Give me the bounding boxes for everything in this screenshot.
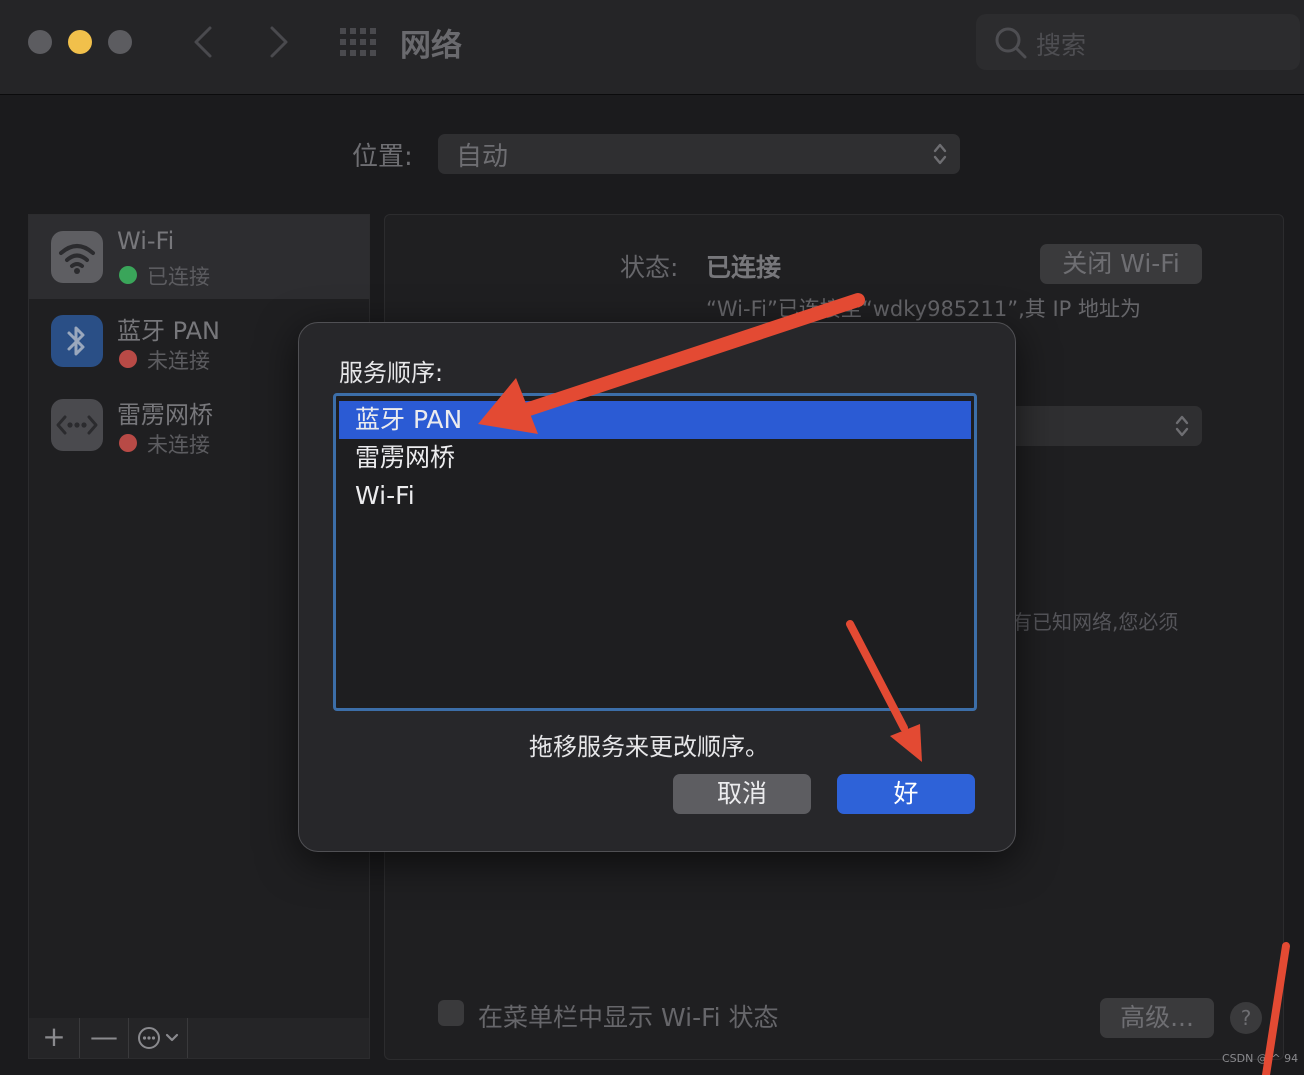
show-in-menubar-label: 在菜单栏中显示 Wi-Fi 状态 <box>478 1003 779 1032</box>
bluetooth-icon <box>51 315 103 367</box>
thunderbolt-bridge-icon <box>51 399 103 451</box>
service-item-wifi[interactable]: Wi-Fi 已连接 <box>29 215 369 299</box>
status-dot-red <box>119 350 137 368</box>
add-service-button[interactable]: + <box>29 1018 80 1058</box>
action-menu-button[interactable] <box>129 1018 188 1058</box>
location-select[interactable]: 自动 <box>438 134 960 174</box>
service-status: 已连接 <box>147 265 210 289</box>
service-status: 未连接 <box>147 433 210 457</box>
service-order-dialog: 服务顺序: 蓝牙 PAN 雷雳网桥 Wi-Fi 拖移服务来更改顺序。 取消 好 <box>298 322 1016 852</box>
help-button[interactable]: ? <box>1230 1002 1262 1034</box>
watermark-text: CSDN @ ^ 94 <box>1222 1052 1299 1065</box>
dialog-title: 服务顺序: <box>339 359 444 387</box>
show-in-menubar-checkbox[interactable] <box>438 1000 464 1026</box>
order-item-bluetooth-pan[interactable]: 蓝牙 PAN <box>339 401 971 439</box>
service-name: 雷雳网桥 <box>117 401 213 429</box>
title-bar: 网络 搜索 <box>0 0 1304 95</box>
location-value: 自动 <box>456 142 509 172</box>
status-description: “Wi-Fi”已连接至“wdky985211”,其 IP 地址为 <box>706 297 1142 321</box>
status-value: 已连接 <box>706 253 782 282</box>
order-item-thunderbolt-bridge[interactable]: 雷雳网桥 <box>339 439 971 477</box>
search-icon <box>995 27 1027 59</box>
updown-chevron-icon <box>1175 415 1189 437</box>
location-label: 位置: <box>352 142 413 172</box>
ask-to-join-hint: 有已知网络,您必须 <box>1012 610 1179 634</box>
close-window-button[interactable] <box>28 30 52 54</box>
zoom-window-button[interactable] <box>108 30 132 54</box>
service-status: 未连接 <box>147 349 210 373</box>
grid-icon[interactable] <box>340 28 376 56</box>
order-item-wifi[interactable]: Wi-Fi <box>339 477 971 515</box>
service-name: Wi-Fi <box>117 227 175 255</box>
updown-chevron-icon <box>933 143 947 165</box>
wifi-icon <box>51 231 103 283</box>
back-chevron-icon[interactable] <box>184 22 224 62</box>
remove-service-button[interactable]: — <box>80 1018 129 1058</box>
service-order-list[interactable]: 蓝牙 PAN 雷雳网桥 Wi-Fi <box>333 393 977 711</box>
forward-chevron-icon[interactable] <box>258 22 298 62</box>
cancel-button[interactable]: 取消 <box>673 774 811 814</box>
status-dot-green <box>119 266 137 284</box>
search-placeholder: 搜索 <box>1036 31 1087 60</box>
advanced-button[interactable]: 高级... <box>1100 998 1214 1038</box>
service-name: 蓝牙 PAN <box>117 317 220 345</box>
network-name-select[interactable] <box>990 406 1202 446</box>
ok-button[interactable]: 好 <box>837 774 975 814</box>
minimize-window-button[interactable] <box>68 30 92 54</box>
sidebar-toolbar: + — <box>28 1018 370 1059</box>
window-title: 网络 <box>400 28 462 64</box>
ellipsis-circle-icon <box>138 1027 179 1049</box>
turn-off-wifi-button[interactable]: 关闭 Wi-Fi <box>1040 244 1202 284</box>
search-field[interactable]: 搜索 <box>976 14 1300 70</box>
status-dot-red <box>119 434 137 452</box>
status-label: 状态: <box>620 253 679 282</box>
drag-hint: 拖移服务来更改顺序。 <box>529 733 769 761</box>
